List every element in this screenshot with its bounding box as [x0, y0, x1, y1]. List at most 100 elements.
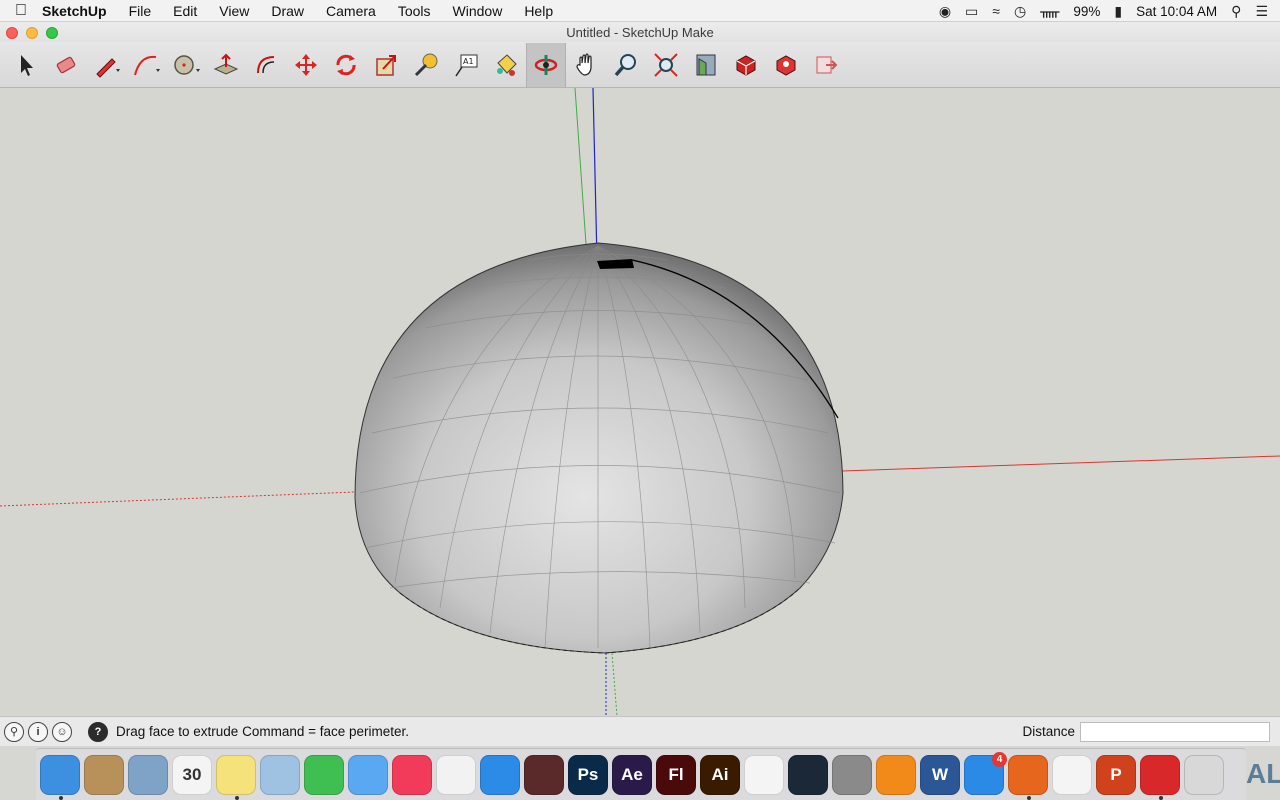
model-viewport[interactable]: [0, 88, 1280, 716]
dock-app-system-preferences[interactable]: [832, 754, 872, 795]
dock-app-photos[interactable]: [744, 754, 784, 795]
arc-tool[interactable]: [126, 43, 166, 87]
svg-text:A1: A1: [463, 57, 474, 66]
dock-badge: 4: [992, 751, 1007, 767]
dock-app-finder[interactable]: [40, 754, 80, 800]
dock-app-reminders[interactable]: [436, 754, 476, 795]
notification-center-icon[interactable]: ☰: [1255, 3, 1268, 20]
menu-window[interactable]: Window: [442, 0, 514, 22]
dock-app-photoshop[interactable]: Ps: [568, 754, 608, 795]
red-axis-dotted-line: [0, 491, 356, 507]
green-axis-dotted-line: [611, 652, 618, 716]
status-message: Drag face to extrude Command = face peri…: [116, 724, 410, 739]
menu-app-name[interactable]: SketchUp: [42, 0, 118, 22]
offset-icon: [257, 55, 275, 73]
dock-app-after-effects[interactable]: Ae: [612, 754, 652, 795]
help-icon[interactable]: ?: [88, 721, 108, 742]
dock-app-powerpoint[interactable]: P: [1096, 754, 1136, 795]
zoom-extents-tool[interactable]: [646, 43, 686, 87]
select-tool[interactable]: [6, 43, 46, 87]
creative-cloud-icon[interactable]: ◉: [939, 3, 951, 20]
move-icon: [295, 53, 317, 76]
orbit-icon: [534, 54, 558, 75]
dock-app-label: Ai: [711, 764, 729, 784]
dock-app-photo-booth[interactable]: [524, 754, 564, 795]
model-canvas[interactable]: [0, 88, 1280, 716]
paint-bucket-tool[interactable]: [486, 43, 526, 87]
dock: 30 Ps Ae Fl Ai W 4 P: [36, 748, 1246, 800]
credits-info-icon[interactable]: i: [28, 721, 48, 742]
bluetooth-icon[interactable]: ᚅ: [1040, 3, 1059, 20]
eraser-tool[interactable]: [46, 43, 86, 87]
scale-icon: [376, 54, 396, 76]
extension-manager-tool[interactable]: [766, 43, 806, 87]
geo-location-icon[interactable]: ⚲: [4, 721, 24, 742]
clock[interactable]: Sat 10:04 AM: [1136, 4, 1217, 19]
text-tool[interactable]: A1: [446, 43, 486, 87]
dock-app-label: W: [931, 764, 949, 784]
line-tool[interactable]: [86, 43, 126, 87]
menu-tools[interactable]: Tools: [387, 0, 442, 22]
dock-app-trash[interactable]: [1184, 754, 1224, 795]
dock-app-firefox[interactable]: [1008, 754, 1048, 800]
dock-app-messages[interactable]: [348, 754, 388, 795]
minimize-window-button[interactable]: [26, 27, 38, 39]
zoom-tool[interactable]: [606, 43, 646, 87]
airplay-icon[interactable]: ▭: [965, 3, 978, 20]
dock-app-contacts[interactable]: [84, 754, 124, 795]
battery-icon[interactable]: ▮: [1114, 3, 1122, 20]
pan-tool[interactable]: [566, 43, 606, 87]
dock-app-chrome[interactable]: [1052, 754, 1092, 795]
dock-app-notes[interactable]: [216, 754, 256, 800]
measurement-input[interactable]: [1080, 722, 1270, 742]
time-machine-icon[interactable]: ◷: [1014, 3, 1026, 20]
dock-app-calendar[interactable]: 30: [172, 754, 212, 795]
dock-app-mail[interactable]: [128, 754, 168, 795]
menu-edit[interactable]: Edit: [162, 0, 208, 22]
dock-app-safari[interactable]: [480, 754, 520, 795]
offset-tool[interactable]: [246, 43, 286, 87]
apple-menu-icon[interactable]: : [0, 2, 42, 20]
dock-app-steam[interactable]: [788, 754, 828, 795]
dock-app-word[interactable]: W: [920, 754, 960, 795]
title-bar[interactable]: Untitled - SketchUp Make: [0, 22, 1280, 42]
spotlight-search-icon[interactable]: ⚲: [1231, 3, 1241, 20]
dock-app-facetime[interactable]: [304, 754, 344, 795]
dock-app-illustrator[interactable]: Ai: [700, 754, 740, 795]
running-indicator: [1159, 795, 1163, 800]
magnifier-icon: [614, 53, 636, 76]
dock-app-itunes[interactable]: [392, 754, 432, 795]
menu-draw[interactable]: Draw: [260, 0, 315, 22]
pencil-icon: [96, 57, 120, 78]
red-axis-line: [841, 455, 1280, 472]
extension-manager-icon: [776, 54, 796, 76]
scale-tool[interactable]: [366, 43, 406, 87]
extension-warehouse-tool[interactable]: [726, 43, 766, 87]
dock-app-ibooks[interactable]: [876, 754, 916, 795]
menu-view[interactable]: View: [208, 0, 260, 22]
menu-help[interactable]: Help: [513, 0, 564, 22]
move-tool[interactable]: [286, 43, 326, 87]
tape-measure-tool[interactable]: [406, 43, 446, 87]
shape-tool[interactable]: [166, 43, 206, 87]
wifi-icon[interactable]: ≈: [992, 3, 1000, 19]
running-indicator: [59, 795, 63, 800]
rotate-tool[interactable]: [326, 43, 366, 87]
dock-app-flash[interactable]: Fl: [656, 754, 696, 795]
user-account-icon[interactable]: ☺: [52, 721, 72, 742]
share-model-tool[interactable]: [806, 43, 846, 87]
warehouse-tool[interactable]: [686, 43, 726, 87]
close-window-button[interactable]: [6, 27, 18, 39]
orbit-tool[interactable]: [526, 42, 566, 87]
zoom-window-button[interactable]: [46, 27, 58, 39]
dock-app-preview[interactable]: [260, 754, 300, 795]
menu-file[interactable]: File: [118, 0, 163, 22]
circle-icon: [174, 54, 200, 75]
hand-icon: [576, 52, 592, 76]
menu-camera[interactable]: Camera: [315, 0, 387, 22]
dock-app-app-store[interactable]: 4: [964, 751, 1007, 795]
dock-app-sketchup[interactable]: [1140, 754, 1180, 800]
battery-percent[interactable]: 99%: [1073, 4, 1100, 19]
hemisphere-model[interactable]: [354, 242, 844, 654]
push-pull-tool[interactable]: [206, 43, 246, 87]
